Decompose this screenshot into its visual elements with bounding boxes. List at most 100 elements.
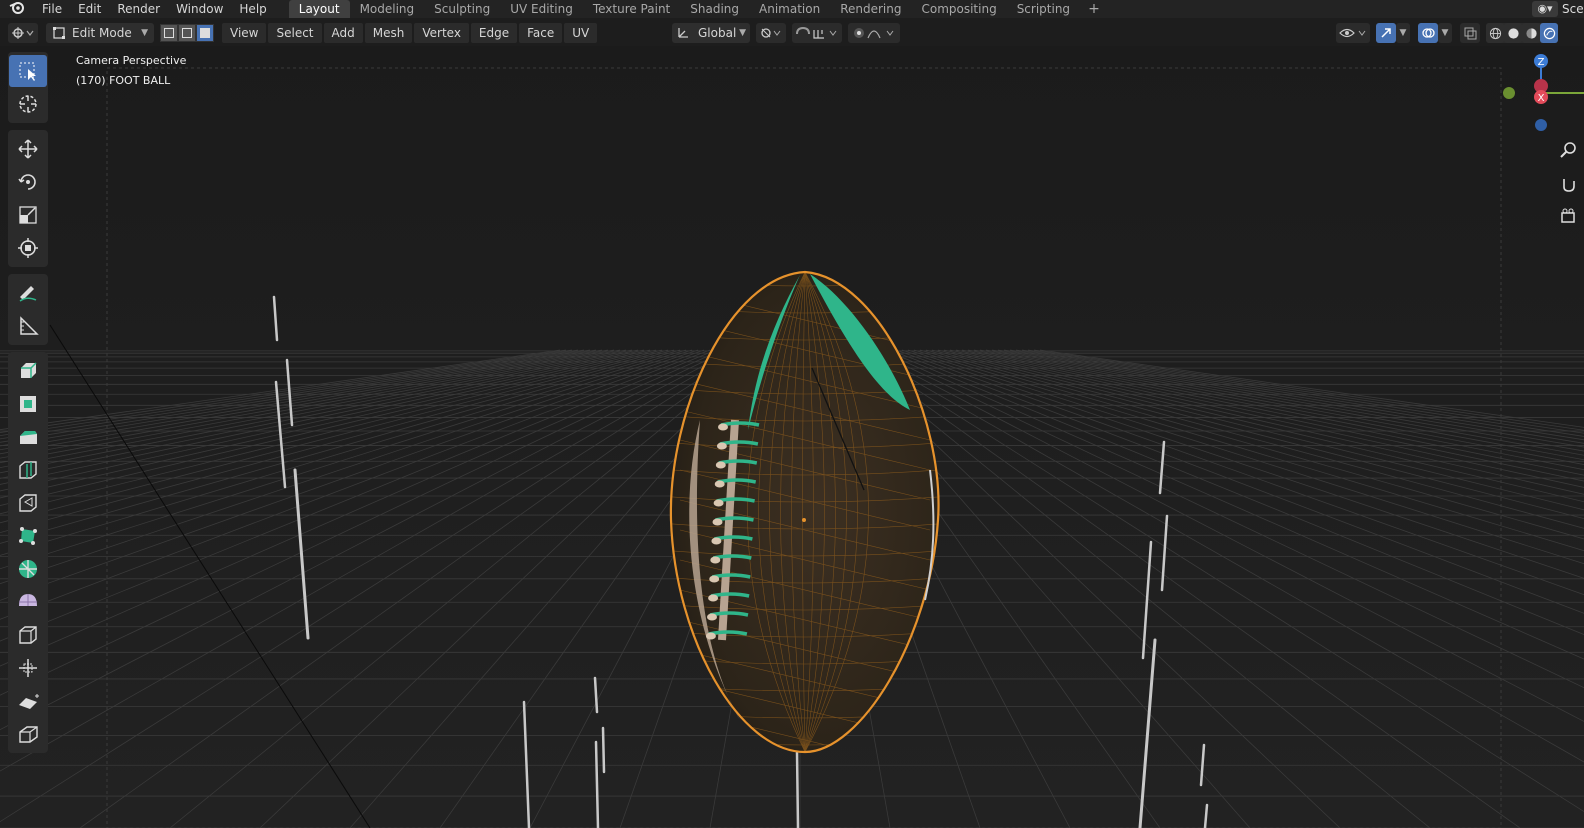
proportional-editing-button[interactable] (848, 23, 900, 43)
cursor-tool[interactable] (9, 88, 47, 120)
wireframe-shading-button[interactable] (1486, 23, 1504, 43)
spin-tool[interactable] (9, 553, 47, 585)
overlays-dropdown[interactable]: ▼ (1438, 23, 1452, 43)
edge-slide-tool[interactable] (9, 619, 47, 651)
scene-selector: ◉▾ Scen (1532, 0, 1584, 18)
measure-icon (20, 316, 39, 335)
scale-tool[interactable] (9, 199, 47, 231)
tab-uv-editing[interactable]: UV Editing (500, 0, 583, 18)
negative-x-handle[interactable] (1503, 87, 1515, 99)
rendered-shading-button[interactable] (1540, 23, 1558, 43)
gizmo-dropdown[interactable]: ▼ (1396, 23, 1410, 43)
menu-window[interactable]: Window (168, 0, 231, 18)
rip-icon (19, 726, 38, 743)
solid-shading-button[interactable] (1504, 23, 1522, 43)
lace-knot (713, 499, 724, 507)
solid-sphere-icon (1507, 27, 1519, 39)
annotate-icon (19, 286, 37, 302)
material-shading-button[interactable] (1522, 23, 1540, 43)
tab-modeling[interactable]: Modeling (350, 0, 425, 18)
tab-shading[interactable]: Shading (680, 0, 749, 18)
viewport-header: Edit Mode ▼ View Select Add Mesh Vertex … (0, 21, 1584, 45)
pivot-point-button[interactable] (756, 23, 786, 43)
rip-tool[interactable] (9, 718, 47, 750)
poly-build-tool[interactable] (9, 520, 47, 552)
3d-viewport[interactable]: Camera Perspective (170) FOOT BALL Z X (0, 46, 1584, 828)
loop-cut-tool[interactable] (9, 454, 47, 486)
edge-select-button[interactable] (178, 24, 196, 42)
overlays-toggle-button[interactable] (1418, 23, 1438, 43)
knife-tool[interactable] (9, 487, 47, 519)
smooth-tool[interactable] (9, 586, 47, 618)
lace-knot (709, 575, 720, 583)
mode-dropdown[interactable]: Edit Mode ▼ (46, 23, 154, 43)
menu-help[interactable]: Help (231, 0, 274, 18)
scene-icon[interactable]: ◉▾ (1532, 1, 1558, 17)
orientation-dropdown[interactable]: Global ▼ (672, 23, 750, 43)
tab-animation[interactable]: Animation (749, 0, 830, 18)
pivot-icon (761, 28, 781, 38)
lace-knot (710, 556, 721, 564)
menu-face[interactable]: Face (519, 23, 563, 43)
vertex-select-button[interactable] (160, 24, 178, 42)
top-menu-bar: File Edit Render Window Help Layout Mode… (0, 0, 1584, 18)
menu-view[interactable]: View (222, 23, 267, 43)
workspace-tabs: Layout Modeling Sculpting UV Editing Tex… (288, 0, 1108, 18)
viewport-canvas[interactable] (0, 46, 1584, 828)
transform-tool[interactable] (9, 232, 47, 264)
viewport-display-controls: ▼ ▼ (1336, 23, 1558, 43)
spin-icon (19, 560, 37, 578)
material-sphere-icon (1525, 27, 1537, 39)
visibility-button[interactable] (1336, 23, 1370, 43)
tab-sculpting[interactable]: Sculpting (424, 0, 500, 18)
inset-tool[interactable] (9, 388, 47, 420)
gizmo-toggle-button[interactable] (1376, 23, 1396, 43)
xray-toggle-button[interactable] (1460, 23, 1480, 43)
scene-name[interactable]: Scen (1562, 2, 1584, 16)
measure-tool[interactable] (9, 310, 47, 342)
shear-tool[interactable] (9, 685, 47, 717)
menu-vertex[interactable]: Vertex (414, 23, 469, 43)
lace-knot (705, 632, 716, 640)
tab-scripting[interactable]: Scripting (1007, 0, 1080, 18)
move-tool[interactable] (9, 133, 47, 165)
menu-uv[interactable]: UV (564, 23, 598, 43)
bevel-tool[interactable] (9, 421, 47, 453)
loop-cut-icon (19, 461, 37, 479)
overlays-icon (1422, 28, 1435, 38)
menu-file[interactable]: File (34, 0, 70, 18)
extrude-tool[interactable] (9, 355, 47, 387)
menu-mesh[interactable]: Mesh (364, 23, 413, 43)
camera-view-icon[interactable] (1558, 206, 1584, 226)
tab-texture-paint[interactable]: Texture Paint (583, 0, 680, 18)
tab-layout[interactable]: Layout (288, 0, 350, 18)
pan-hand-icon[interactable] (1558, 173, 1584, 193)
navigation-gizmo[interactable]: Z X (1494, 50, 1584, 140)
editor-type-button[interactable] (8, 23, 38, 43)
menu-edge[interactable]: Edge (470, 23, 518, 43)
rotate-tool[interactable] (9, 166, 47, 198)
viewport-nav-buttons (1558, 140, 1584, 229)
lace-knot (712, 518, 723, 526)
snapping-button[interactable] (792, 23, 842, 43)
add-workspace-button[interactable]: + (1080, 0, 1108, 18)
menu-edit[interactable]: Edit (70, 0, 109, 18)
blender-logo-icon[interactable] (0, 0, 34, 18)
chevron-down-icon: ▼ (141, 28, 148, 38)
knife-icon (19, 494, 37, 512)
annotate-tool[interactable] (9, 277, 47, 309)
edit-mode-icon (53, 27, 65, 39)
menu-add[interactable]: Add (323, 23, 363, 43)
negative-z-handle[interactable] (1535, 119, 1547, 131)
shrink-fatten-tool[interactable] (9, 652, 47, 684)
menu-select[interactable]: Select (268, 23, 322, 43)
lace-knot (714, 480, 725, 488)
shear-icon (19, 694, 39, 709)
tab-rendering[interactable]: Rendering (830, 0, 911, 18)
face-select-button[interactable] (196, 24, 214, 42)
tab-compositing[interactable]: Compositing (911, 0, 1006, 18)
tool-group-mesh (8, 352, 48, 753)
select-box-tool[interactable] (9, 55, 47, 87)
zoom-icon[interactable] (1558, 140, 1584, 160)
menu-render[interactable]: Render (109, 0, 168, 18)
